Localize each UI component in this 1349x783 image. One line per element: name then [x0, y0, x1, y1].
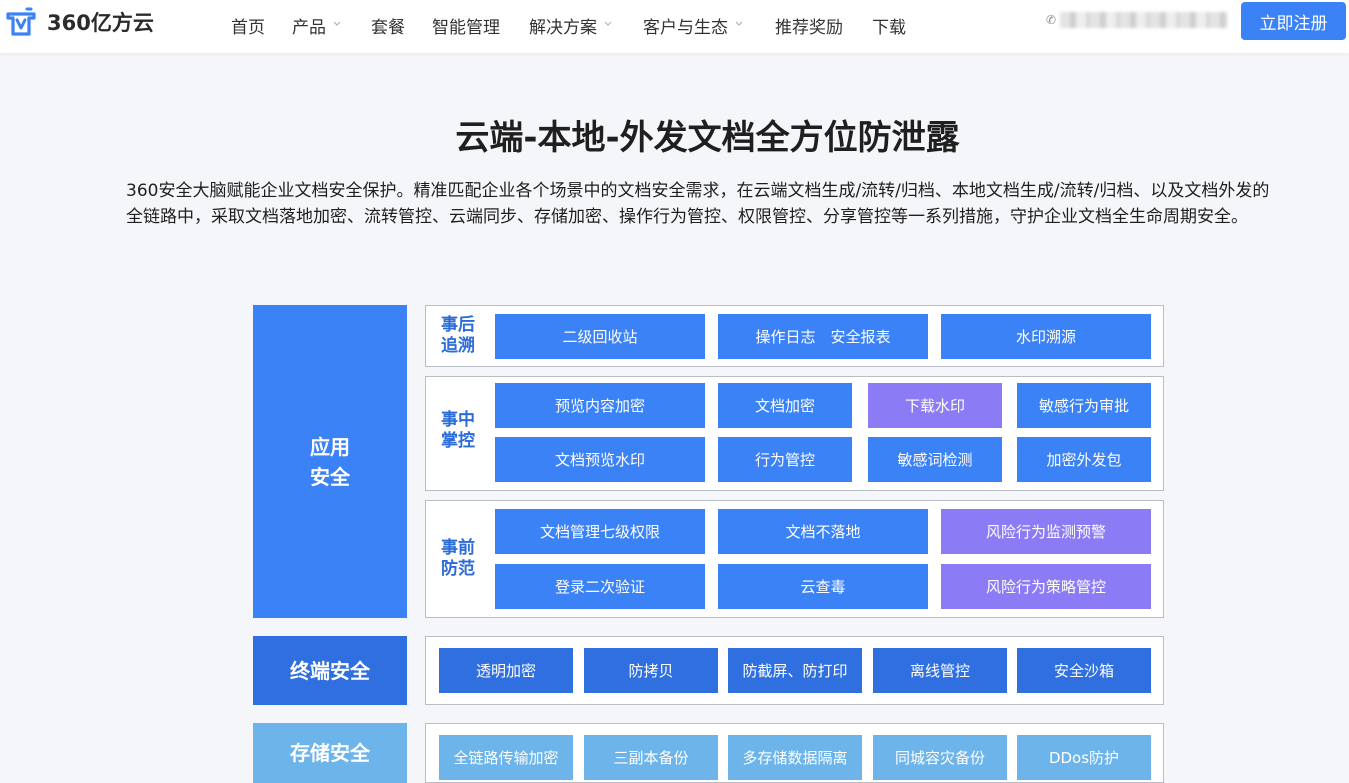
feature-box: 文档管理七级权限: [495, 509, 705, 554]
feature-box: 三副本备份: [584, 735, 718, 780]
group-before: 事前防范 文档管理七级权限 文档不落地 风险行为监测预警 登录二次验证 云查毒 …: [425, 500, 1164, 618]
feature-box: 防拷贝: [584, 648, 718, 693]
feature-box: 风险行为策略管控: [941, 564, 1151, 609]
feature-box: 预览内容加密: [495, 383, 705, 428]
feature-box: 安全沙箱: [1017, 648, 1151, 693]
feature-box: 敏感词检测: [868, 437, 1002, 482]
feature-box: 操作日志 安全报表: [718, 314, 928, 359]
security-diagram: 应用安全 终端安全 存储安全 事后追溯 二级回收站 操作日志 安全报表 水印溯源…: [0, 0, 1349, 783]
feature-box: 多存储数据隔离: [728, 735, 862, 780]
feature-box: 行为管控: [718, 437, 852, 482]
feature-box: 离线管控: [873, 648, 1007, 693]
group-terminal: 透明加密 防拷贝 防截屏、防打印 离线管控 安全沙箱: [425, 636, 1164, 705]
feature-box: 同城容灾备份: [873, 735, 1007, 780]
during-label: 事中掌控: [441, 410, 475, 451]
feature-box: 加密外发包: [1017, 437, 1151, 482]
feature-box: DDos防护: [1017, 735, 1151, 780]
feature-box: 透明加密: [439, 648, 573, 693]
group-during: 事中掌控 预览内容加密 文档加密 下载水印 敏感行为审批 文档预览水印 行为管控…: [425, 376, 1164, 491]
feature-box: 敏感行为审批: [1017, 383, 1151, 428]
app-security-label: 应用安全: [253, 305, 407, 618]
feature-box: 下载水印: [868, 383, 1002, 428]
feature-box: 风险行为监测预警: [941, 509, 1151, 554]
group-after: 事后追溯 二级回收站 操作日志 安全报表 水印溯源: [425, 305, 1164, 367]
feature-box: 防截屏、防打印: [728, 648, 862, 693]
storage-security-label: 存储安全: [253, 723, 407, 783]
terminal-security-label: 终端安全: [253, 636, 407, 705]
feature-box: 登录二次验证: [495, 564, 705, 609]
feature-box: 云查毒: [718, 564, 928, 609]
feature-box: 文档预览水印: [495, 437, 705, 482]
feature-box: 二级回收站: [495, 314, 705, 359]
feature-box: 文档不落地: [718, 509, 928, 554]
feature-box: 全链路传输加密: [439, 735, 573, 780]
group-storage: 全链路传输加密 三副本备份 多存储数据隔离 同城容灾备份 DDos防护: [425, 723, 1164, 783]
feature-box: 水印溯源: [941, 314, 1151, 359]
before-label: 事前防范: [441, 538, 475, 579]
feature-box: 文档加密: [718, 383, 852, 428]
after-label: 事后追溯: [441, 315, 475, 356]
